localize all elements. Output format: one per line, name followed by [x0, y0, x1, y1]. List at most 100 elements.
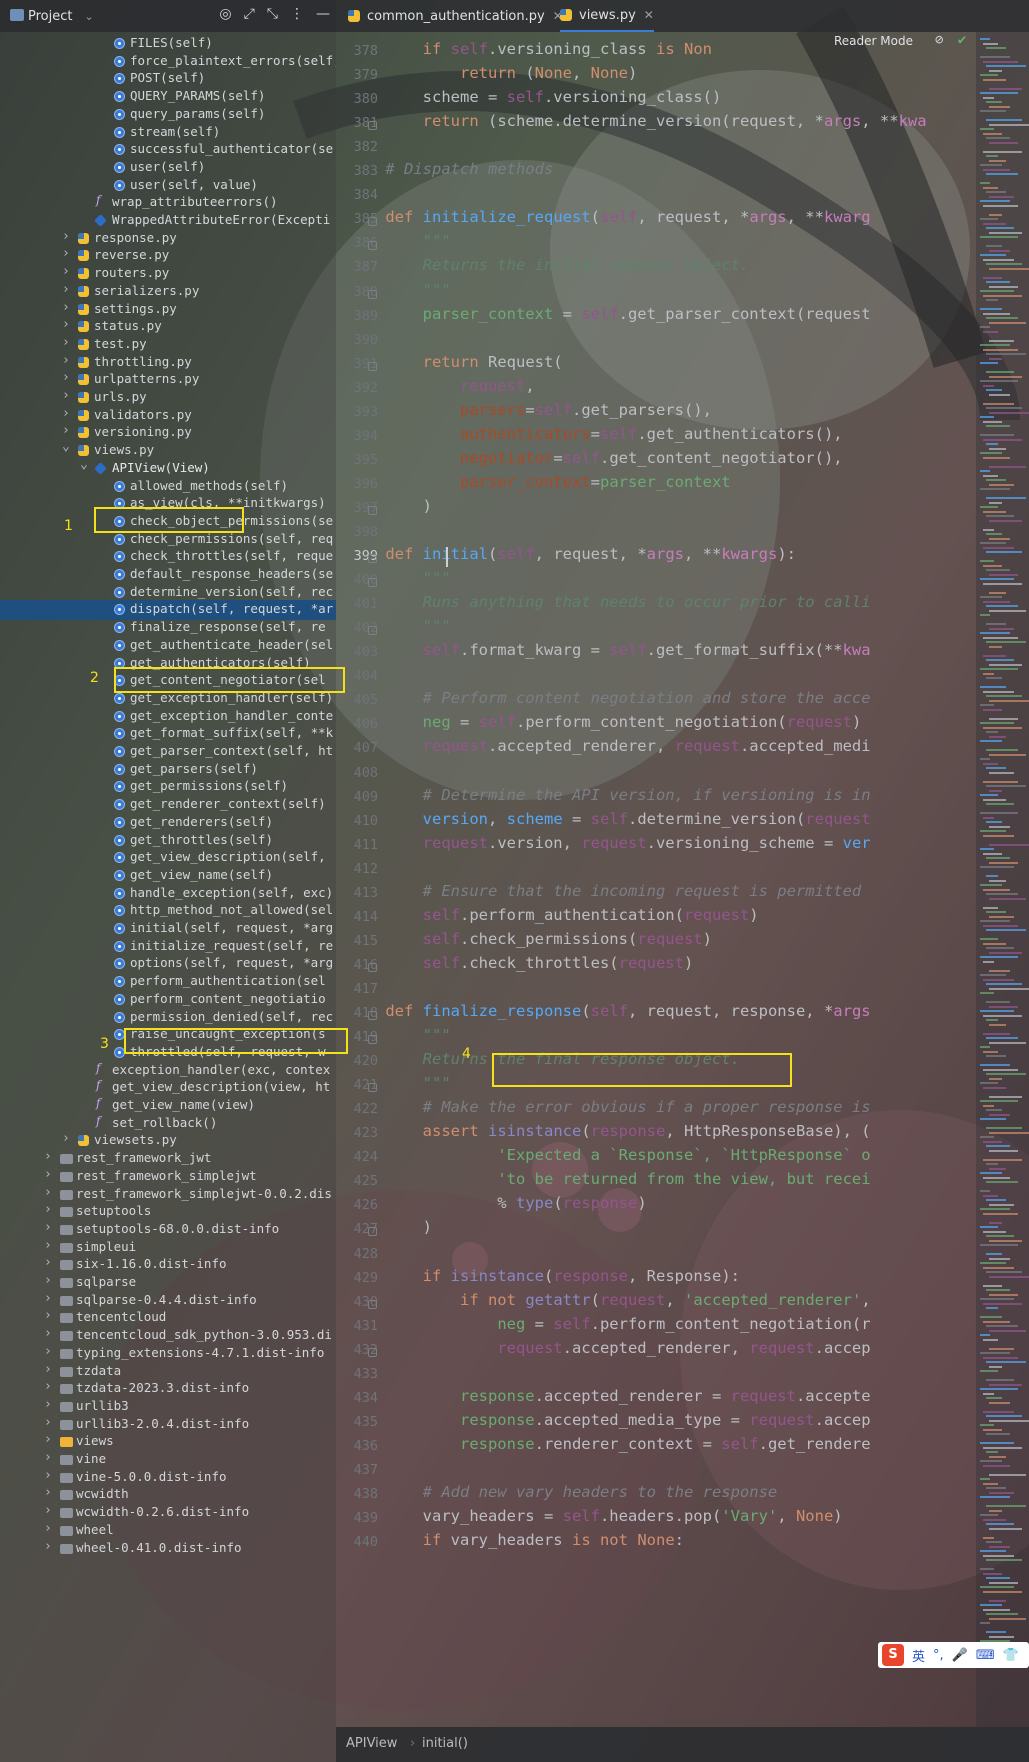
code-line[interactable]: """: [348, 281, 451, 299]
chevron-right-icon[interactable]: ›: [44, 1379, 52, 1394]
code-line[interactable]: negotiator=self.get_content_negotiator()…: [348, 449, 843, 467]
code-line[interactable]: # Dispatch methods: [348, 160, 553, 178]
hide-panel-icon[interactable]: —: [316, 6, 330, 22]
chevron-right-icon[interactable]: ›: [44, 1202, 52, 1217]
chevron-right-icon[interactable]: ›: [44, 1468, 52, 1483]
tree-item[interactable]: › wheel-0.41.0.dist-info: [0, 1539, 336, 1559]
code-line[interactable]: parser_context = self.get_parser_context…: [348, 305, 871, 323]
chevron-right-icon[interactable]: ›: [44, 1415, 52, 1430]
tab-views[interactable]: views.py ✕: [560, 0, 654, 32]
microphone-icon[interactable]: 🎤: [952, 1648, 968, 1663]
breadcrumb-method[interactable]: initial(): [422, 1736, 468, 1751]
code-line[interactable]: def initial(self, request, *args, **kwar…: [348, 545, 796, 563]
code-editor[interactable]: 378 379 380 381 382 383 384 385 386 387 388 389 390 3…: [336, 32, 976, 1727]
breadcrumb-class[interactable]: APIView: [346, 1736, 397, 1751]
code-line[interactable]: ): [348, 497, 432, 515]
code-line[interactable]: request,: [348, 377, 535, 395]
code-line[interactable]: return (scheme.determine_version(request…: [348, 112, 927, 130]
code-line[interactable]: self.check_throttles(request): [348, 954, 694, 972]
eye-off-icon[interactable]: ⊘: [935, 32, 943, 48]
code-line[interactable]: neg = self.perform_content_negotiation(r…: [348, 713, 862, 731]
code-line[interactable]: ): [348, 1218, 432, 1236]
chevron-down-icon[interactable]: ⌄: [84, 10, 93, 23]
chevron-right-icon[interactable]: ›: [62, 353, 70, 368]
code-line[interactable]: response.renderer_context = self.get_ren…: [348, 1435, 871, 1453]
code-line[interactable]: 'to be returned from the view, but recei: [348, 1170, 870, 1188]
chevron-down-icon[interactable]: ⌄: [62, 441, 70, 454]
chevron-right-icon[interactable]: ›: [62, 335, 70, 350]
code-line[interactable]: assert isinstance(response, HttpResponse…: [348, 1122, 871, 1140]
chevron-right-icon[interactable]: ›: [44, 1291, 52, 1306]
code-line[interactable]: parser_context=parser_context: [348, 473, 731, 491]
locate-icon[interactable]: ◎: [219, 6, 231, 22]
code-minimap[interactable]: [976, 32, 1029, 1727]
code-line[interactable]: 'Expected a `Response`, `HttpResponse` o: [348, 1146, 870, 1164]
code-line[interactable]: authenticators=self.get_authenticators()…: [348, 425, 843, 443]
chevron-right-icon[interactable]: ›: [62, 1131, 70, 1146]
chevron-right-icon[interactable]: ›: [62, 300, 70, 315]
code-line[interactable]: if isinstance(response, Response):: [348, 1267, 740, 1285]
code-line[interactable]: """: [348, 569, 451, 587]
check-icon[interactable]: ✔: [958, 32, 966, 48]
code-line[interactable]: # Perform content negotiation and store …: [348, 689, 871, 707]
code-line[interactable]: if self.versioning_class is Non: [348, 40, 712, 58]
chevron-right-icon[interactable]: ›: [62, 423, 70, 438]
close-icon[interactable]: ✕: [644, 8, 654, 22]
chevron-down-icon[interactable]: ⌄: [80, 459, 88, 472]
code-line[interactable]: if vary_headers is not None:: [348, 1531, 684, 1549]
chevron-right-icon[interactable]: ›: [44, 1521, 52, 1536]
chevron-right-icon[interactable]: ›: [62, 264, 70, 279]
chevron-right-icon[interactable]: ›: [44, 1362, 52, 1377]
code-line[interactable]: parsers=self.get_parsers(),: [348, 401, 712, 419]
code-line[interactable]: % type(response): [348, 1194, 646, 1212]
chevron-right-icon[interactable]: ›: [44, 1220, 52, 1235]
code-line[interactable]: vary_headers = self.headers.pop('Vary', …: [348, 1507, 843, 1525]
chevron-right-icon[interactable]: ›: [44, 1149, 52, 1164]
code-line[interactable]: if not getattr(request, 'accepted_render…: [348, 1291, 871, 1309]
code-line[interactable]: request.accepted_renderer, request.accep…: [348, 737, 871, 755]
code-line[interactable]: request.accepted_renderer, request.accep: [348, 1339, 870, 1357]
chevron-right-icon[interactable]: ›: [44, 1397, 52, 1412]
skin-icon[interactable]: 👕: [1003, 1648, 1019, 1663]
code-line[interactable]: request.version, request.versioning_sche…: [348, 834, 871, 852]
chevron-right-icon[interactable]: ›: [44, 1344, 52, 1359]
code-line[interactable]: response.accepted_renderer = request.acc…: [348, 1387, 871, 1405]
chevron-right-icon[interactable]: ›: [62, 282, 70, 297]
chevron-right-icon[interactable]: ›: [44, 1450, 52, 1465]
code-line[interactable]: """: [348, 617, 451, 635]
chevron-right-icon[interactable]: ›: [62, 388, 70, 403]
reader-mode-toggle[interactable]: Reader Mode: [834, 34, 913, 48]
chevron-right-icon[interactable]: ›: [44, 1185, 52, 1200]
tab-common-authentication[interactable]: common_authentication.py ✕: [348, 0, 563, 32]
more-options-icon[interactable]: ⋮: [290, 6, 304, 22]
expand-all-icon[interactable]: ⤢: [244, 6, 255, 22]
code-line[interactable]: # Determine the API version, if versioni…: [348, 786, 871, 804]
code-line[interactable]: Returns the initial request object.: [348, 256, 750, 274]
chevron-right-icon[interactable]: ›: [44, 1485, 52, 1500]
code-line[interactable]: """: [348, 232, 451, 250]
code-line[interactable]: version, scheme = self.determine_version…: [348, 810, 871, 828]
project-panel-title[interactable]: Project: [28, 9, 72, 24]
chevron-right-icon[interactable]: ›: [62, 317, 70, 332]
chevron-right-icon[interactable]: ›: [62, 370, 70, 385]
collapse-all-icon[interactable]: ⤡: [267, 6, 278, 22]
chevron-right-icon[interactable]: ›: [44, 1167, 52, 1182]
chevron-right-icon[interactable]: ›: [44, 1238, 52, 1253]
chevron-right-icon[interactable]: ›: [44, 1326, 52, 1341]
chevron-right-icon[interactable]: ›: [44, 1273, 52, 1288]
code-line[interactable]: return Request(: [348, 353, 563, 371]
code-line[interactable]: scheme = self.versioning_class(): [348, 88, 722, 106]
code-line[interactable]: # Ensure that the incoming request is pe…: [348, 882, 862, 900]
code-line[interactable]: return (None, None): [348, 64, 637, 82]
chevron-right-icon[interactable]: ›: [44, 1432, 52, 1447]
code-line[interactable]: self.format_kwarg = self.get_format_suff…: [348, 641, 871, 659]
input-method-bar[interactable]: S 英 °, 🎤 ⌨ 👕: [878, 1642, 1029, 1668]
chevron-right-icon[interactable]: ›: [44, 1255, 52, 1270]
code-line[interactable]: self.perform_authentication(request): [348, 906, 759, 924]
code-line[interactable]: self.check_permissions(request): [348, 930, 712, 948]
code-line[interactable]: """: [348, 1026, 451, 1044]
ime-language[interactable]: 英: [912, 1646, 925, 1665]
code-line[interactable]: # Add new vary headers to the response: [348, 1483, 778, 1501]
chevron-right-icon[interactable]: ›: [62, 229, 70, 244]
chevron-right-icon[interactable]: ›: [44, 1503, 52, 1518]
